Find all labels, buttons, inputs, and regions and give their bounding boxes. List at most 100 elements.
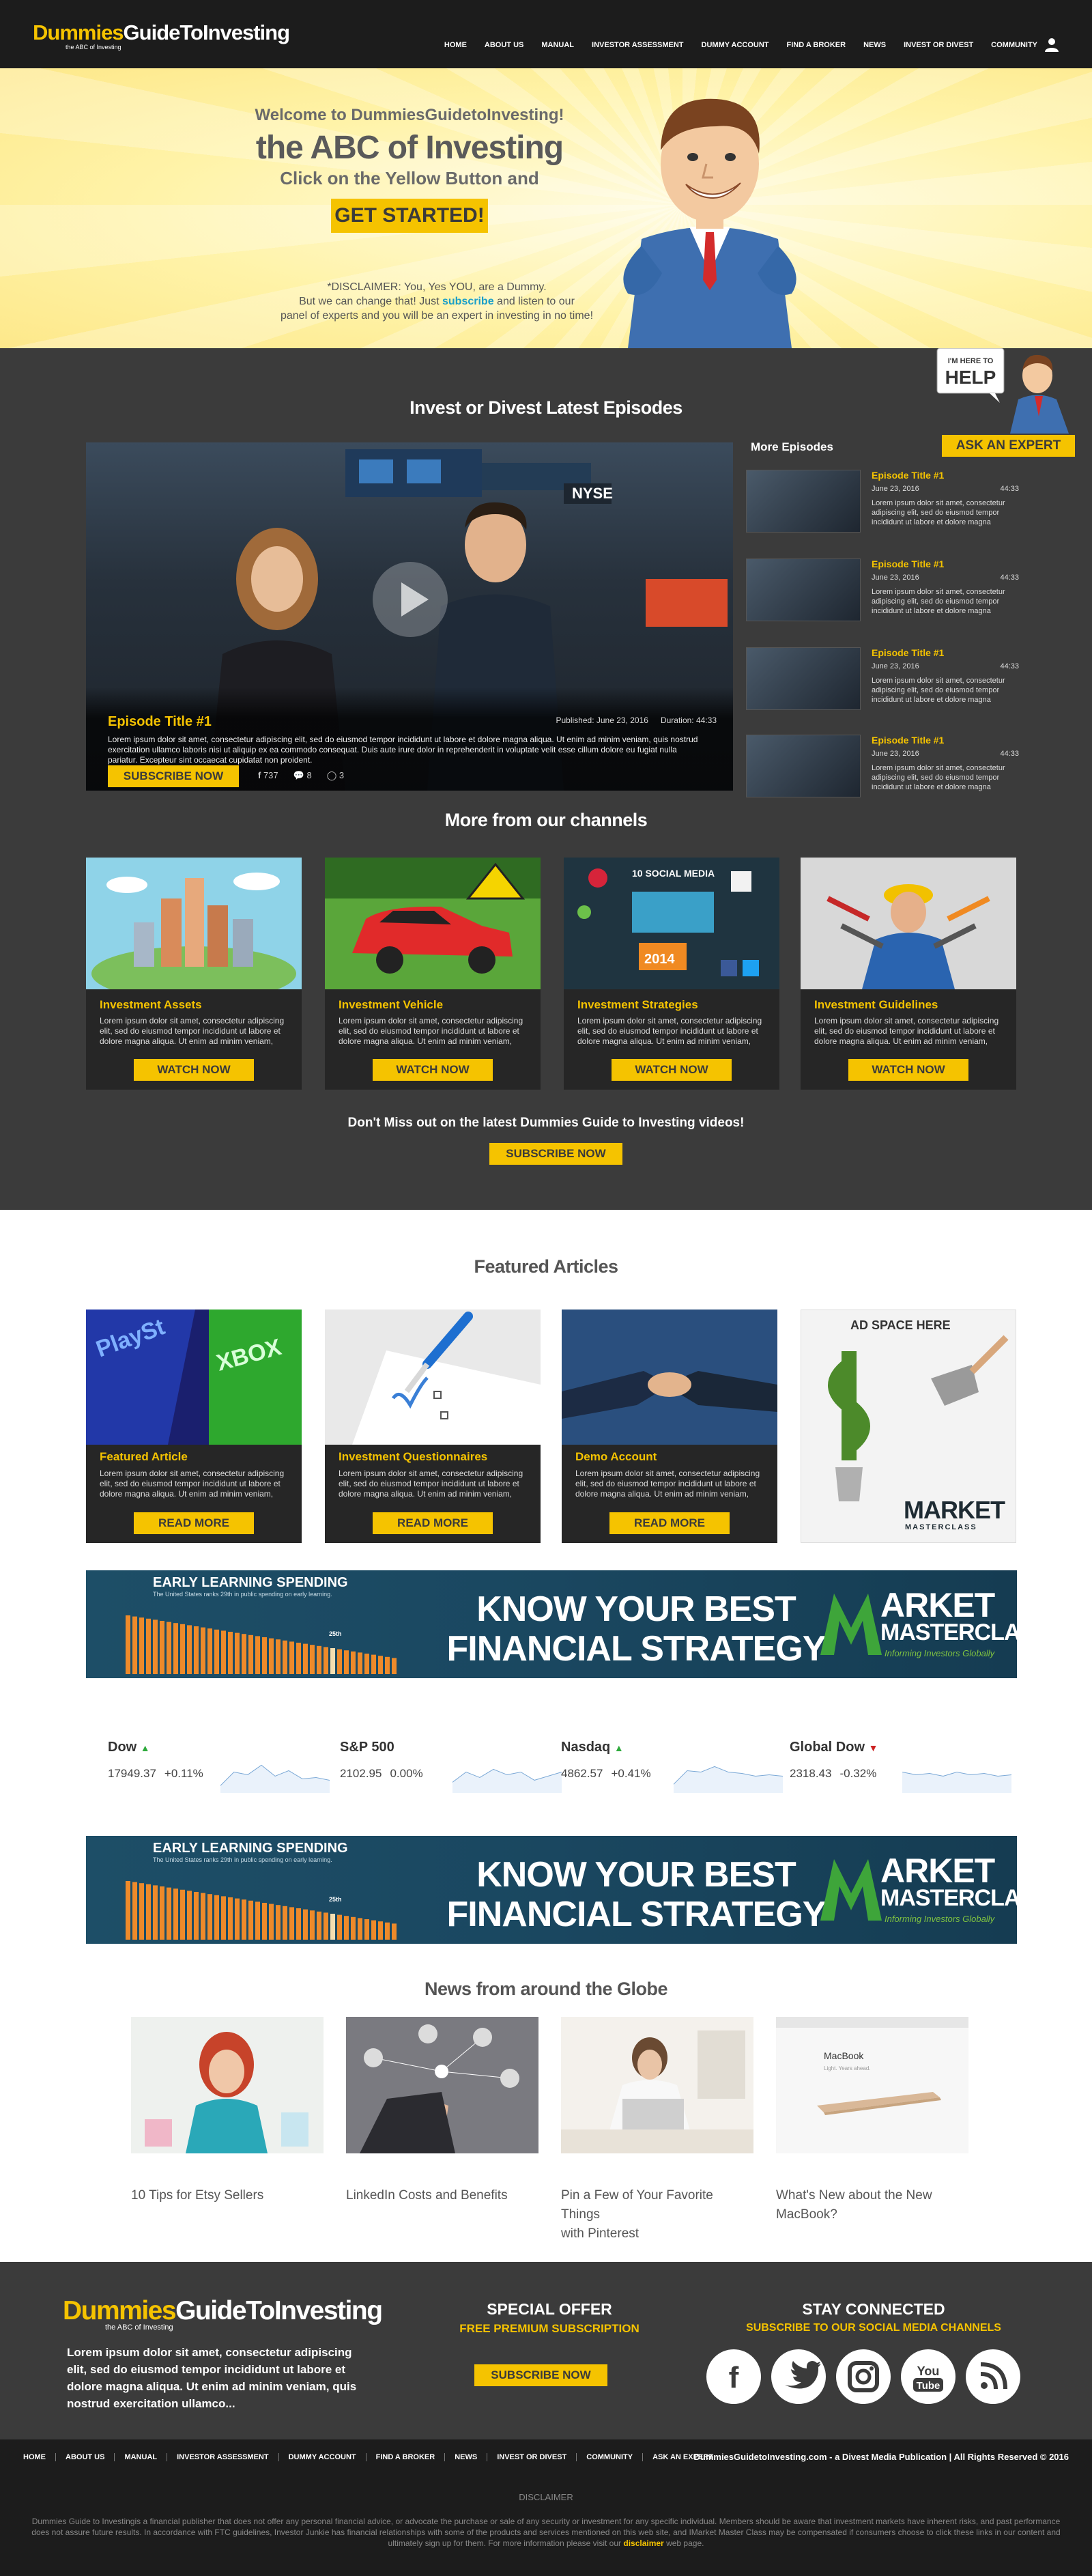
more-episode-item[interactable]: Episode Title #1 June 23, 2016 44:33 Lor… [746, 735, 1019, 799]
more-episode-item[interactable]: Episode Title #1 June 23, 2016 44:33 Lor… [746, 647, 1019, 712]
social-media-infographic[interactable]: 10 SOCIAL MEDIA 2014 [564, 858, 779, 989]
masterclass-banner-bottom[interactable]: 25th EARLY LEARNING SPENDING The United … [86, 1836, 1017, 1944]
more-episode-item[interactable]: Episode Title #1 June 23, 2016 44:33 Lor… [746, 470, 1019, 535]
episode-title[interactable]: Episode Title #1 [108, 714, 212, 730]
nav-about-us[interactable]: ABOUT US [485, 41, 523, 49]
news-item[interactable]: Pin a Few of Your Favorite Things with Pi… [561, 2017, 753, 2241]
channel-card-text: Lorem ipsum dolor sit amet, consectetur … [100, 1016, 285, 1046]
footer-nav-manual[interactable]: MANUAL [115, 2453, 168, 2461]
footer-nav-news[interactable]: NEWS [445, 2453, 488, 2461]
footer-nav-investor-assessment[interactable]: INVESTOR ASSESSMENT [167, 2453, 279, 2461]
rss-button[interactable] [966, 2349, 1020, 2404]
watch-now-button[interactable]: WATCH NOW [612, 1059, 732, 1081]
ad-space[interactable]: AD SPACE HERE MARKET MASTERCLASS [801, 1310, 1016, 1543]
nav-investor-assessment[interactable]: INVESTOR ASSESSMENT [592, 41, 683, 49]
nav-invest-or-divest[interactable]: INVEST OR DIVEST [904, 41, 973, 49]
site-logo[interactable]: DummiesGuideToInvesting the ABC of Inves… [33, 20, 290, 51]
ticker-sp500[interactable]: S&P 500 2102.95 0.00% [340, 1740, 565, 1794]
city-illustration[interactable] [86, 858, 302, 989]
more-episode-title[interactable]: Episode Title #1 [872, 558, 944, 569]
episode-subscribe-button[interactable]: SUBSCRIBE NOW [108, 765, 239, 787]
footer-subscribe-button[interactable]: SUBSCRIBE NOW [474, 2364, 607, 2386]
nav-community[interactable]: COMMUNITY [991, 41, 1037, 49]
read-more-button[interactable]: READ MORE [609, 1512, 730, 1534]
nav-find-a-broker[interactable]: FIND A BROKER [787, 41, 846, 49]
more-episode-date: June 23, 2016 [872, 485, 919, 493]
ask-an-expert-button[interactable]: ASK AN EXPERT [942, 435, 1075, 457]
get-started-button[interactable]: GET STARTED! [331, 199, 488, 233]
more-episode-title[interactable]: Episode Title #1 [872, 735, 944, 746]
pinterest-laptop-image[interactable] [561, 2017, 753, 2153]
user-icon[interactable] [1044, 37, 1059, 52]
footer-nav-community[interactable]: COMMUNITY [577, 2453, 644, 2461]
worker-illustration[interactable] [801, 858, 1016, 989]
replies-stat[interactable]: ◯ 3 [327, 770, 344, 781]
handshake-image[interactable] [562, 1310, 777, 1445]
more-episode-thumbnail[interactable] [746, 470, 861, 533]
channel-card-title[interactable]: Investment Strategies [577, 998, 698, 1012]
ticker-global-dow[interactable]: Global Dow ▼ 2318.43 -0.32% [790, 1740, 1015, 1794]
featured-card-title[interactable]: Featured Article [100, 1450, 188, 1464]
facebook-share[interactable]: f 737 [258, 770, 278, 781]
more-episode-title[interactable]: Episode Title #1 [872, 470, 944, 481]
facebook-button[interactable]: f [706, 2349, 761, 2404]
hero-text-block: Welcome to DummiesGuidetoInvesting! the … [246, 106, 573, 233]
banner-bar [371, 1654, 376, 1674]
comments-stat[interactable]: 💬 8 [293, 770, 312, 781]
more-episode-thumbnail[interactable] [746, 735, 861, 797]
more-episode-date: June 23, 2016 [872, 574, 919, 582]
footer-nav-about-us[interactable]: ABOUT US [56, 2453, 115, 2461]
nav-news[interactable]: NEWS [863, 41, 886, 49]
watch-now-button[interactable]: WATCH NOW [848, 1059, 968, 1081]
banner-bar [262, 1903, 267, 1940]
read-more-button[interactable]: READ MORE [134, 1512, 254, 1534]
nav-dummy-account[interactable]: DUMMY ACCOUNT [702, 41, 769, 49]
footer-logo[interactable]: DummiesGuideToInvesting the ABC of Inves… [63, 2296, 383, 2332]
instagram-button[interactable] [836, 2349, 891, 2404]
channel-card-title[interactable]: Investment Assets [100, 998, 202, 1012]
subscribe-now-button[interactable]: SUBSCRIBE NOW [489, 1143, 622, 1165]
car-illustration[interactable] [325, 858, 541, 989]
disclaimer-link[interactable]: disclaimer [623, 2538, 663, 2548]
read-more-button[interactable]: READ MORE [373, 1512, 493, 1534]
youtube-button[interactable]: You Tube [901, 2349, 956, 2404]
nav-home[interactable]: HOME [444, 41, 467, 49]
dont-miss-text: Don't Miss out on the latest Dummies Gui… [347, 1116, 745, 1130]
twitter-button[interactable] [771, 2349, 826, 2404]
news-item[interactable]: MacBook Light. Years ahead. What's New a… [776, 2017, 968, 2222]
more-episode-thumbnail[interactable] [746, 558, 861, 621]
etsy-seller-image[interactable] [131, 2017, 324, 2153]
hero-disclaimer-line2: But we can change that! Just subscribe a… [259, 294, 614, 309]
masterclass-banner-top[interactable]: 25th EARLY LEARNING SPENDING The United … [86, 1570, 1017, 1678]
watch-now-button[interactable]: WATCH NOW [373, 1059, 493, 1081]
nav-manual[interactable]: MANUAL [541, 41, 574, 49]
featured-card-title[interactable]: Demo Account [575, 1450, 657, 1464]
news-item[interactable]: 10 Tips for Etsy Sellers [131, 2017, 324, 2222]
macbook-image[interactable]: MacBook Light. Years ahead. [776, 2017, 968, 2153]
gaming-stage-image[interactable]: PlaySt XBOX [86, 1310, 302, 1445]
banner-bar [255, 1636, 260, 1674]
hero-subtitle: Click on the Yellow Button and [280, 168, 539, 188]
footer-nav-find-a-broker[interactable]: FIND A BROKER [367, 2453, 446, 2461]
channel-card-title[interactable]: Investment Guidelines [814, 998, 938, 1012]
more-episode-title[interactable]: Episode Title #1 [872, 647, 944, 658]
news-item[interactable]: LinkedIn Costs and Benefits [346, 2017, 538, 2222]
subscribe-link[interactable]: subscribe [442, 296, 494, 307]
ticker-nasdaq[interactable]: Nasdaq ▲ 4862.57 +0.41% [561, 1740, 786, 1794]
banner-brand-line2: MASTERCLASS [880, 1619, 1017, 1645]
linkedin-network-image[interactable] [346, 2017, 538, 2153]
featured-card-title[interactable]: Investment Questionnaires [339, 1450, 487, 1464]
questionnaire-image[interactable] [325, 1310, 541, 1445]
macbook-label: MacBook [824, 2050, 864, 2061]
more-episode-thumbnail[interactable] [746, 647, 861, 710]
footer-nav-invest-or-divest[interactable]: INVEST OR DIVEST [487, 2453, 577, 2461]
play-button[interactable] [373, 562, 448, 637]
main-nav: HOME ABOUT US MANUAL INVESTOR ASSESSMENT… [444, 41, 1037, 49]
footer-nav-dummy-account[interactable]: DUMMY ACCOUNT [279, 2453, 367, 2461]
ticker-dow[interactable]: Dow ▲ 17949.37 +0.11% [108, 1740, 333, 1794]
footer-nav-home[interactable]: HOME [23, 2453, 56, 2461]
watch-now-button[interactable]: WATCH NOW [134, 1059, 254, 1081]
main-video-player[interactable]: NYSE Episode Title #1 Published: June 23… [86, 442, 733, 791]
more-episode-item[interactable]: Episode Title #1 June 23, 2016 44:33 Lor… [746, 558, 1019, 623]
channel-card-title[interactable]: Investment Vehicle [339, 998, 443, 1012]
